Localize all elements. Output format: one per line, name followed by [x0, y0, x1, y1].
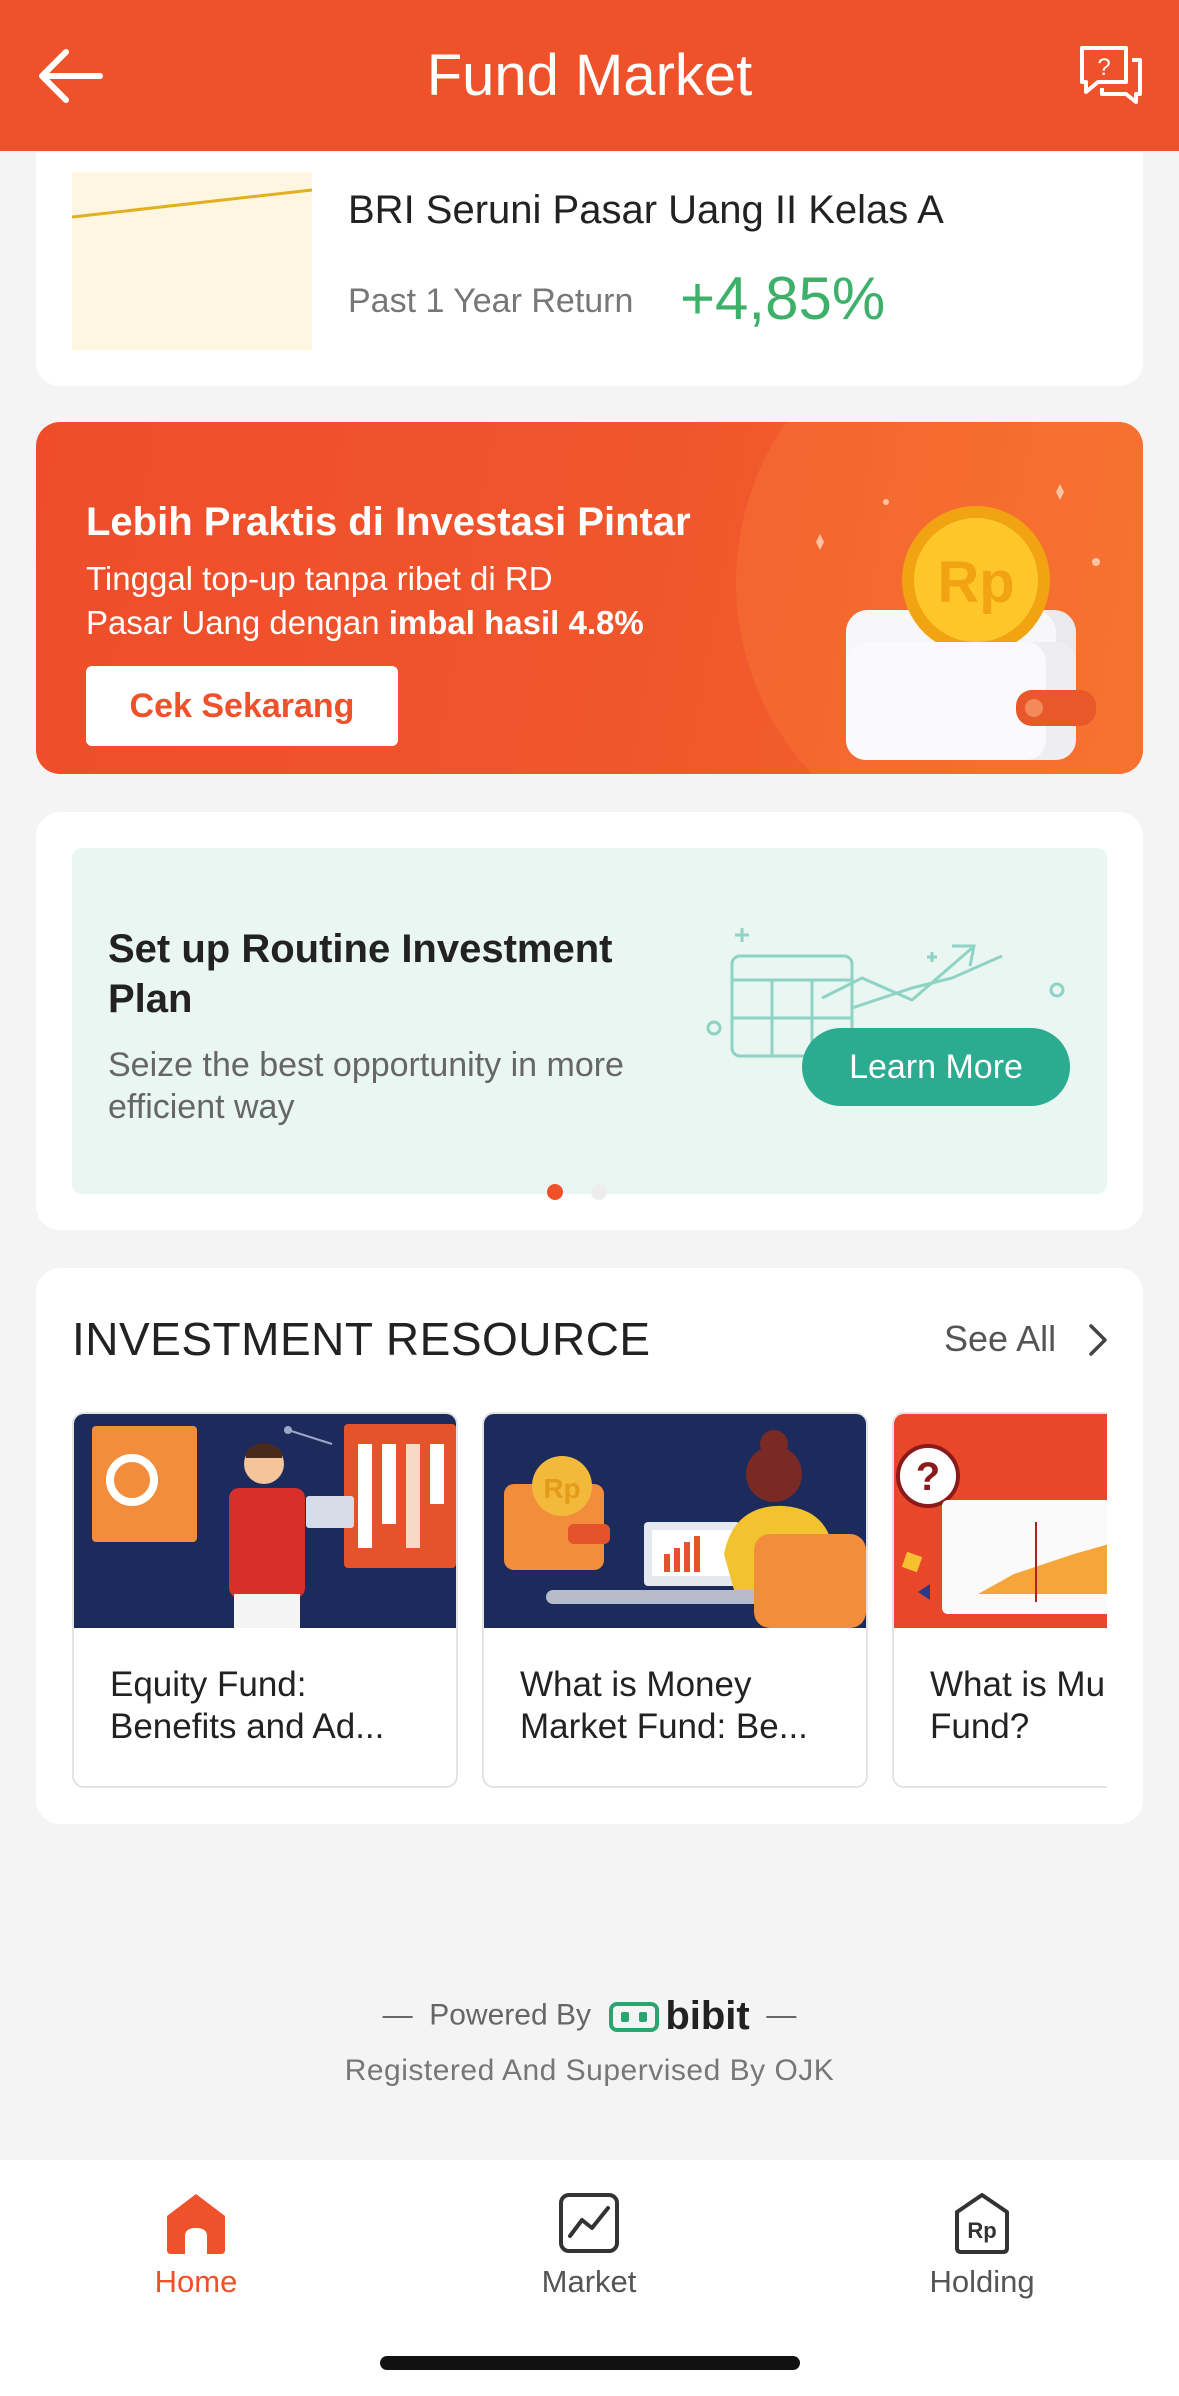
- dash-right: —: [749, 1998, 797, 2032]
- powered-by-text: Powered By: [429, 1998, 591, 2032]
- section-title: INVESTMENT RESOURCE: [72, 1313, 651, 1365]
- promo-return-highlight: imbal hasil 4.8%: [388, 604, 644, 641]
- fund-return-value: +4,85%: [680, 265, 886, 332]
- help-chat-icon[interactable]: ?: [1076, 42, 1146, 108]
- cek-sekarang-button[interactable]: Cek Sekarang: [86, 666, 398, 746]
- resource-title: What is Mu Fund?: [930, 1665, 1106, 1746]
- market-chart-icon: [559, 2193, 619, 2253]
- resource-card[interactable]: ? What is Mu Fund?: [892, 1412, 1107, 1788]
- holding-icon-text: Rp: [967, 2218, 996, 2243]
- resource-title: What is Money Market Fund: Be...: [520, 1665, 808, 1746]
- promo-banner[interactable]: Lebih Praktis di Investasi Pintar Tingga…: [36, 422, 1143, 774]
- promo-line-2-text: Pasar Uang dengan: [86, 604, 389, 641]
- resource-card[interactable]: Rp What is Money Market Fund: Be...: [482, 1412, 868, 1788]
- bibit-brand: bibit: [665, 1994, 750, 2038]
- investment-resource-section: INVESTMENT RESOURCE See All Equity Fund:…: [36, 1268, 1143, 1824]
- plan-title: Set up Routine Investment Plan: [108, 927, 613, 1021]
- svg-text:?: ?: [916, 1455, 940, 1499]
- equity-fund-illustration: [74, 1414, 456, 1628]
- mutual-fund-illustration: ?: [894, 1414, 1107, 1628]
- nav-market[interactable]: Market: [489, 2190, 689, 2300]
- nav-holding-label: Holding: [929, 2264, 1035, 2299]
- chevron-right-icon[interactable]: [1086, 1322, 1110, 1358]
- promo-line-2: Pasar Uang dengan imbal hasil 4.8%: [86, 604, 644, 642]
- pager-dot[interactable]: [591, 1184, 607, 1200]
- nav-holding[interactable]: Rp Holding: [882, 2190, 1082, 2300]
- fund-return-label: Past 1 Year Return: [348, 282, 634, 320]
- powered-by-line: — Powered By bibit —: [0, 1994, 1179, 2039]
- app-header: Fund Market ?: [0, 0, 1179, 151]
- resource-carousel[interactable]: Equity Fund: Benefits and Ad... Rp What …: [72, 1412, 1107, 1788]
- nav-home-label: Home: [154, 2264, 238, 2299]
- promo-title: Lebih Praktis di Investasi Pintar: [86, 500, 691, 544]
- dash-left: —: [382, 1998, 430, 2032]
- home-icon: [167, 2194, 225, 2254]
- holding-rp-icon: Rp: [955, 2193, 1009, 2254]
- nav-home[interactable]: Home: [96, 2190, 296, 2300]
- fund-sparkline-chart: [72, 172, 312, 350]
- home-indicator[interactable]: [380, 2356, 800, 2370]
- see-all-link[interactable]: See All: [944, 1318, 1056, 1360]
- money-market-illustration: Rp: [484, 1414, 866, 1628]
- ojk-registration: Registered And Supervised By OJK: [344, 2054, 835, 2087]
- promo-line-1: Tinggal top-up tanpa ribet di RD: [86, 560, 553, 597]
- wallet-coin-icon: Rp: [816, 484, 1100, 760]
- plan-subtitle: Seize the best opportunity in more effic…: [108, 1046, 624, 1126]
- coin-text: Rp: [937, 550, 1014, 615]
- svg-text:Rp: Rp: [543, 1473, 580, 1504]
- resource-title: Equity Fund: Benefits and Ad...: [110, 1665, 385, 1746]
- nav-market-label: Market: [541, 2264, 637, 2299]
- resource-card[interactable]: Equity Fund: Benefits and Ad...: [72, 1412, 458, 1788]
- fund-card[interactable]: BRI Seruni Pasar Uang II Kelas A Past 1 …: [36, 152, 1143, 386]
- svg-text:?: ?: [1097, 54, 1110, 81]
- page-title: Fund Market: [426, 43, 753, 108]
- learn-more-button[interactable]: Learn More: [802, 1028, 1070, 1106]
- pager-dot-active[interactable]: [547, 1184, 563, 1200]
- fund-name: BRI Seruni Pasar Uang II Kelas A: [348, 188, 944, 232]
- routine-plan-banner[interactable]: Set up Routine Investment Plan Seize the…: [72, 848, 1107, 1194]
- routine-plan-card: Set up Routine Investment Plan Seize the…: [36, 812, 1143, 1230]
- bibit-logo-icon: [609, 2001, 660, 2032]
